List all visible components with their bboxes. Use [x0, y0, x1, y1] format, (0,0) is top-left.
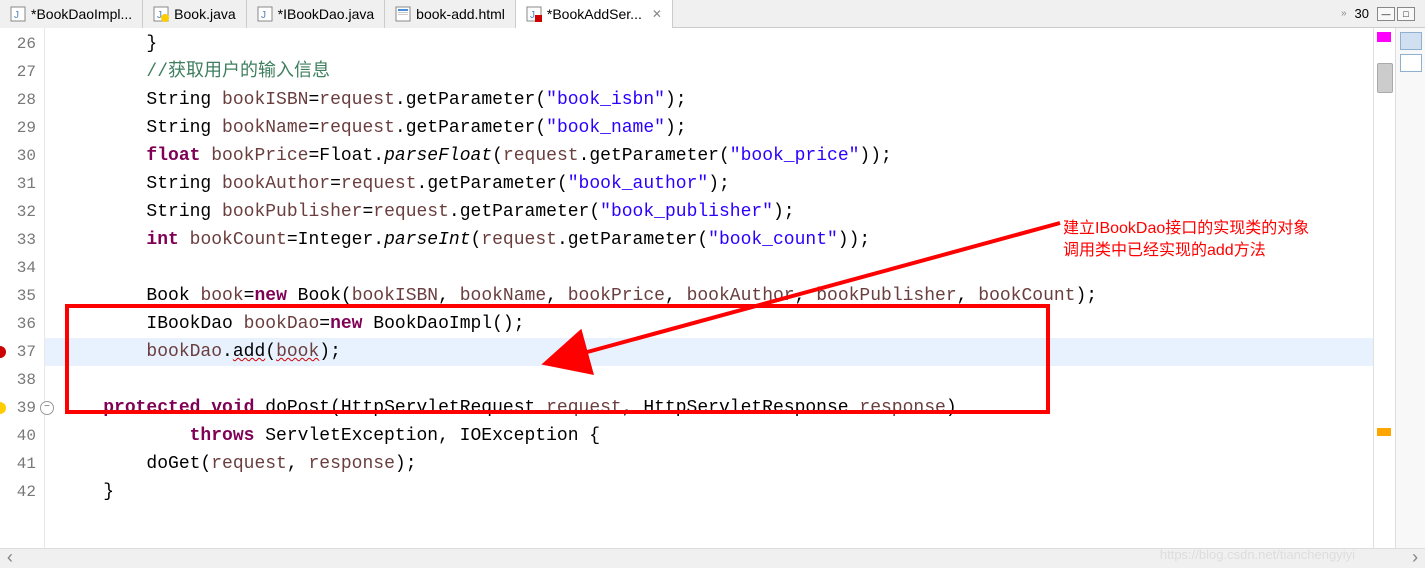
editor-tabs-bar: J *BookDaoImpl... J Book.java J *IBookDa… — [0, 0, 1425, 28]
annotation-text: 建立IBookDao接口的实现类的对象 调用类中已经实现的add方法 — [1063, 218, 1309, 262]
tab-label: *BookAddSer... — [547, 6, 642, 22]
watermark-text: https://blog.csdn.net/tianchengyiyi — [1160, 547, 1355, 562]
editor-container: 26 27 28 29 30 31 32 33 34 35 36 37 38 3… — [0, 28, 1425, 548]
line-number-error: 37 — [0, 338, 44, 366]
code-line: IBookDao bookDao=new BookDaoImpl(); — [60, 310, 1373, 338]
line-number: 35 — [0, 282, 44, 310]
tab-book-add-html[interactable]: book-add.html — [385, 0, 516, 28]
line-number: 32 — [0, 198, 44, 226]
java-error-icon: J — [526, 6, 542, 22]
code-line-current: bookDao.add(book); — [45, 338, 1373, 366]
outline-icon[interactable] — [1400, 32, 1422, 50]
code-line: Book book=new Book(bookISBN, bookName, b… — [60, 282, 1373, 310]
code-line: //获取用户的输入信息 — [60, 58, 1373, 86]
tab-label: *IBookDao.java — [278, 6, 375, 22]
line-number: 41 — [0, 450, 44, 478]
error-marker — [1377, 32, 1391, 42]
java-warn-icon: J — [153, 6, 169, 22]
line-number: 28 — [0, 86, 44, 114]
line-number: 36 — [0, 310, 44, 338]
java-file-icon: J — [10, 6, 26, 22]
tab-bookaddser[interactable]: J *BookAddSer... ✕ — [516, 0, 673, 28]
svg-text:J: J — [261, 10, 266, 21]
minimize-button[interactable]: — — [1377, 7, 1395, 21]
code-line: throws ServletException, IOException { — [60, 422, 1373, 450]
tab-label: *BookDaoImpl... — [31, 6, 132, 22]
line-number: 42 — [0, 478, 44, 506]
tab-label: Book.java — [174, 6, 235, 22]
code-line: } — [60, 478, 1373, 506]
overview-ruler[interactable] — [1373, 28, 1395, 548]
close-icon[interactable]: ✕ — [652, 7, 662, 21]
tab-ibookdao[interactable]: J *IBookDao.java — [247, 0, 386, 28]
line-number: 30 — [0, 142, 44, 170]
tabs-overflow-area: » 30 — □ — [1341, 6, 1425, 21]
line-number-warn: 39− — [0, 394, 44, 422]
line-number: 34 — [0, 254, 44, 282]
line-number: 29 — [0, 114, 44, 142]
code-line: String bookISBN=request.getParameter("bo… — [60, 86, 1373, 114]
code-editor[interactable]: } //获取用户的输入信息 String bookISBN=request.ge… — [45, 28, 1373, 548]
svg-text:J: J — [530, 10, 535, 21]
line-number: 38 — [0, 366, 44, 394]
line-number: 33 — [0, 226, 44, 254]
scroll-left-icon[interactable]: ‹ — [0, 549, 20, 569]
warn-marker — [1377, 428, 1391, 436]
code-line: float bookPrice=Float.parseFloat(request… — [60, 142, 1373, 170]
tab-bookdaoimpl[interactable]: J *BookDaoImpl... — [0, 0, 143, 28]
code-line: doGet(request, response); — [60, 450, 1373, 478]
code-line: } — [60, 30, 1373, 58]
maximize-button[interactable]: □ — [1397, 7, 1415, 21]
minimap-icon[interactable] — [1400, 54, 1422, 72]
line-number-gutter: 26 27 28 29 30 31 32 33 34 35 36 37 38 3… — [0, 28, 45, 548]
java-file-icon: J — [257, 6, 273, 22]
tabs-overflow-count[interactable]: 30 — [1355, 6, 1369, 21]
line-number: 40 — [0, 422, 44, 450]
scroll-right-icon[interactable]: › — [1405, 549, 1425, 569]
chevron-right-icon[interactable]: » — [1341, 8, 1347, 19]
code-line: String bookName=request.getParameter("bo… — [60, 114, 1373, 142]
html-file-icon — [395, 6, 411, 22]
scrollbar-thumb[interactable] — [1377, 63, 1393, 93]
code-line: String bookAuthor=request.getParameter("… — [60, 170, 1373, 198]
code-line — [60, 366, 1373, 394]
code-line: protected void doPost(HttpServletRequest… — [60, 394, 1373, 422]
line-number: 31 — [0, 170, 44, 198]
line-number: 27 — [0, 58, 44, 86]
right-sidebar — [1395, 28, 1425, 548]
line-number: 26 — [0, 30, 44, 58]
tab-label: book-add.html — [416, 6, 505, 22]
svg-text:J: J — [14, 10, 19, 21]
tab-book-java[interactable]: J Book.java — [143, 0, 246, 28]
